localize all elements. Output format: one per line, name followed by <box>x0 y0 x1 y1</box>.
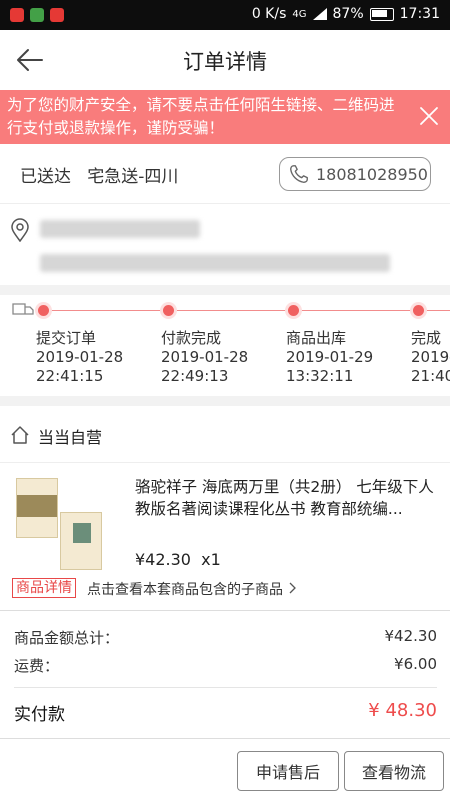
app-icon-3 <box>50 8 64 22</box>
product-item[interactable]: 骆驼祥子 海底两万里（共2册） 七年级下人教版名著阅读课程化丛书 教育部统编..… <box>0 462 450 610</box>
action-bar: 申请售后 查看物流 <box>0 738 450 801</box>
divider <box>0 396 450 406</box>
order-timeline: 提交订单 2019-01-28 22:41:15 付款完成 2019-01-28… <box>0 296 450 396</box>
phone-number: 18081028950 <box>316 164 428 184</box>
order-status-row: 已送达 宅急送-四川 18081028950 <box>0 144 450 202</box>
product-image <box>16 478 58 538</box>
delivery-status: 已送达 宅急送-四川 <box>20 162 178 187</box>
paid-amount-row: 实付款 ¥ 48.30 <box>14 700 437 725</box>
timeline-step-paid: 付款完成 2019-01-28 22:49:13 <box>161 329 249 385</box>
address-line-blurred <box>40 254 390 272</box>
goods-total-row: 商品金额总计： ¥42.30 <box>14 627 437 647</box>
timeline-line <box>44 310 450 311</box>
network-type: 4G <box>292 8 307 20</box>
close-icon[interactable] <box>418 105 440 127</box>
chevron-right-icon <box>289 582 297 594</box>
paid-label: 实付款 <box>14 705 65 725</box>
courier-phone-button[interactable]: 18081028950 <box>279 157 431 191</box>
signal-icon <box>312 8 327 20</box>
divider <box>14 687 437 688</box>
product-detail-tag: 商品详情 <box>12 578 76 598</box>
product-title: 骆驼祥子 海底两万里（共2册） 七年级下人教版名著阅读课程化丛书 教育部统编..… <box>135 478 434 518</box>
sub-products-link[interactable]: 点击查看本套商品包含的子商品 <box>87 579 297 599</box>
product-quantity: x1 <box>201 550 221 569</box>
timeline-step-submitted: 提交订单 2019-01-28 22:41:15 <box>36 329 124 385</box>
after-sale-button[interactable]: 申请售后 <box>237 751 339 791</box>
clock: 17:31 <box>399 6 440 22</box>
paid-value: ¥ 48.30 <box>368 700 437 721</box>
delivery-address <box>0 203 450 286</box>
product-price: ¥42.30 x1 <box>135 550 221 569</box>
shop-name: 当当自营 <box>38 428 103 447</box>
page-title: 订单详情 <box>183 50 267 74</box>
phone-icon <box>290 165 308 183</box>
shop-header[interactable]: 当当自营 <box>0 406 450 463</box>
notice-text: 为了您的财产安全，请不要点击任何陌生链接、二维码进行支付或退款操作，谨防受骗！ <box>7 96 395 137</box>
network-speed: 0 K/s <box>251 6 287 22</box>
view-logistics-button[interactable]: 查看物流 <box>344 751 444 791</box>
battery-icon <box>369 7 394 21</box>
timeline-dot <box>413 305 424 316</box>
battery-percent: 87% <box>332 6 364 22</box>
divider <box>0 285 450 295</box>
timeline-step-completed: 完成 2019-0 21:40 <box>411 329 450 385</box>
security-notice: 为了您的财产安全，请不要点击任何陌生链接、二维码进行支付或退款操作，谨防受骗！ <box>0 90 450 144</box>
product-image <box>60 512 102 570</box>
courier-name: 宅急送-四川 <box>87 167 179 187</box>
app-icon-2 <box>30 8 44 22</box>
address-line-blurred <box>40 220 200 238</box>
status-label: 已送达 <box>20 167 71 187</box>
order-totals: 商品金额总计： ¥42.30 运费： ¥6.00 <box>0 610 450 688</box>
home-icon <box>11 426 29 444</box>
timeline-dot <box>38 305 49 316</box>
timeline-dot <box>163 305 174 316</box>
shipping-row: 运费： ¥6.00 <box>14 655 437 675</box>
status-right: 0 K/s 4G 87% 17:31 <box>252 6 440 22</box>
app-icon-1 <box>10 8 24 22</box>
timeline-dot <box>288 305 299 316</box>
truck-icon <box>12 303 34 315</box>
status-bar: 0 K/s 4G 87% 17:31 <box>0 0 450 30</box>
timeline-step-shipped: 商品出库 2019-01-29 13:32:11 <box>286 329 374 385</box>
app-header: 订单详情 <box>0 30 450 91</box>
location-pin-icon <box>11 218 29 242</box>
